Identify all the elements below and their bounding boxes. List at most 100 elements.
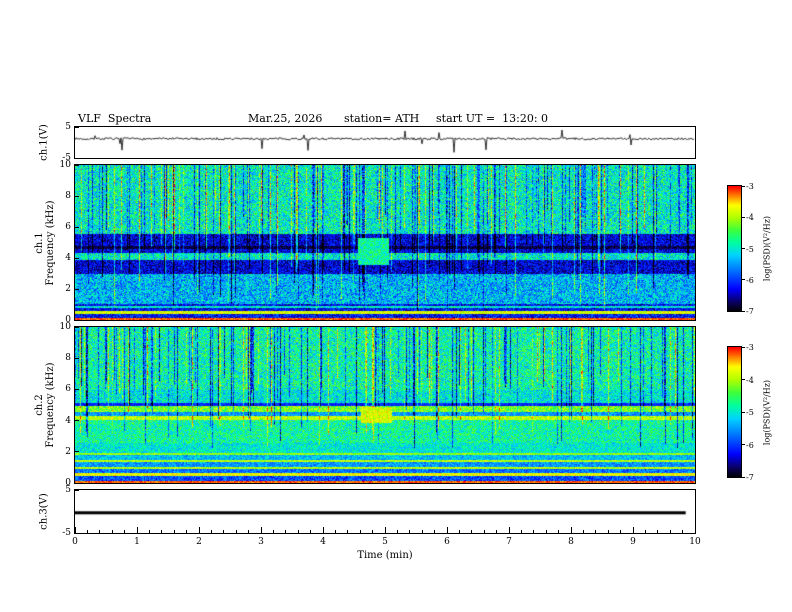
header-start-ut: start UT = 13:20: 0 [436, 112, 549, 125]
colorbar-tick [742, 216, 745, 218]
x-minor-tick [558, 530, 560, 533]
colorbar-tick [742, 411, 745, 413]
colorbar-tick-label: -6 [746, 440, 754, 450]
y-tick-label: 8 [65, 191, 71, 201]
x-minor-tick [409, 530, 411, 533]
y-tick-label: -5 [62, 528, 71, 538]
x-minor-tick [644, 530, 646, 533]
x-tick-label: 3 [258, 537, 264, 547]
x-major-tick [508, 527, 510, 533]
colorbar-tick [742, 310, 745, 312]
x-major-tick [136, 527, 138, 533]
x-minor-tick [86, 530, 88, 533]
header-date: Mar.25, 2026 [248, 112, 323, 125]
x-minor-tick [396, 530, 398, 533]
x-minor-tick [173, 530, 175, 533]
colorbar-ch2 [727, 346, 742, 478]
x-tick-label: 1 [134, 537, 140, 547]
x-minor-tick [223, 530, 225, 533]
x-tick-label: 6 [444, 537, 450, 547]
y-tick [75, 532, 79, 534]
x-minor-tick [595, 530, 597, 533]
x-major-tick [694, 527, 696, 533]
x-minor-tick [657, 530, 659, 533]
x-minor-tick [297, 530, 299, 533]
x-major-tick [384, 527, 386, 533]
x-minor-tick [347, 530, 349, 533]
x-minor-tick [285, 530, 287, 533]
colorbar-tick-label: -6 [746, 275, 754, 285]
x-minor-tick [310, 530, 312, 533]
header-station: station= ATH [344, 112, 420, 125]
y-tick [75, 326, 79, 328]
x-minor-tick [496, 530, 498, 533]
x-minor-tick [607, 530, 609, 533]
x-tick-label: 9 [630, 537, 636, 547]
y-tick-label: 4 [65, 415, 71, 426]
y-tick [75, 482, 79, 484]
y-tick [75, 195, 79, 197]
x-minor-tick [471, 530, 473, 533]
x-minor-tick [161, 530, 163, 533]
colorbar-tick-label: -7 [746, 473, 754, 482]
x-tick-label: 7 [506, 537, 512, 547]
spectrogram-ch1-canvas [75, 165, 695, 320]
y-tick [75, 319, 79, 321]
y-tick [75, 357, 79, 359]
x-minor-tick [682, 530, 684, 533]
spectrogram-ch2-canvas [75, 327, 695, 483]
x-minor-tick [124, 530, 126, 533]
x-minor-tick [669, 530, 671, 533]
colorbar-tick [742, 476, 745, 478]
x-major-tick [198, 527, 200, 533]
y-tick [75, 288, 79, 290]
y-tick [75, 157, 79, 159]
y-tick-label: 8 [65, 353, 71, 364]
x-minor-tick [359, 530, 361, 533]
y-axis-label-spec2-line2: Frequency (kHz) [45, 362, 56, 448]
y-tick [75, 226, 79, 228]
x-tick-label: 5 [382, 537, 388, 547]
x-tick-label: 0 [72, 537, 78, 547]
x-major-tick [632, 527, 634, 533]
y-tick-label: 10 [59, 160, 71, 170]
y-tick-label: 5 [65, 122, 71, 132]
y-tick-label: 2 [65, 446, 71, 457]
x-minor-tick [582, 530, 584, 533]
x-minor-tick [372, 530, 374, 533]
x-minor-tick [186, 530, 188, 533]
x-major-tick [322, 527, 324, 533]
colorbar-tick [742, 346, 745, 348]
spectrogram-ch2-panel [74, 326, 696, 484]
colorbar-tick-label: -5 [746, 408, 754, 417]
colorbar-ch1 [727, 185, 742, 312]
colorbar-tick-label: -7 [746, 307, 754, 316]
colorbar-tick [742, 379, 745, 380]
colorbar-ch1-canvas [728, 186, 741, 311]
x-minor-tick [458, 530, 460, 533]
waveform-ch1-canvas [75, 127, 695, 158]
x-minor-tick [421, 530, 423, 533]
y-tick-label: 6 [65, 222, 71, 232]
colorbar-tick-label: -5 [746, 244, 754, 254]
y-tick [75, 388, 79, 390]
x-tick-label: 8 [568, 537, 574, 547]
x-minor-tick [533, 530, 535, 533]
x-tick-label: 2 [196, 537, 202, 547]
colorbar-ch2-canvas [728, 347, 741, 477]
colorbar-tick [742, 444, 745, 445]
y-tick-label: 10 [59, 322, 71, 332]
y-tick [75, 164, 79, 166]
colorbar-tick [742, 248, 745, 249]
colorbar-tick [742, 279, 745, 281]
spectrogram-ch1-panel [74, 164, 696, 321]
x-minor-tick [235, 530, 237, 533]
y-tick-label: 6 [65, 384, 71, 395]
x-major-tick [570, 527, 572, 533]
x-minor-tick [434, 530, 436, 533]
x-tick-label: 10 [689, 537, 701, 547]
y-tick [75, 451, 79, 453]
y-axis-label-spec2: ch.2 Frequency (kHz) [34, 347, 56, 463]
y-tick [75, 126, 79, 128]
colorbar-tick-label: -3 [746, 343, 754, 352]
